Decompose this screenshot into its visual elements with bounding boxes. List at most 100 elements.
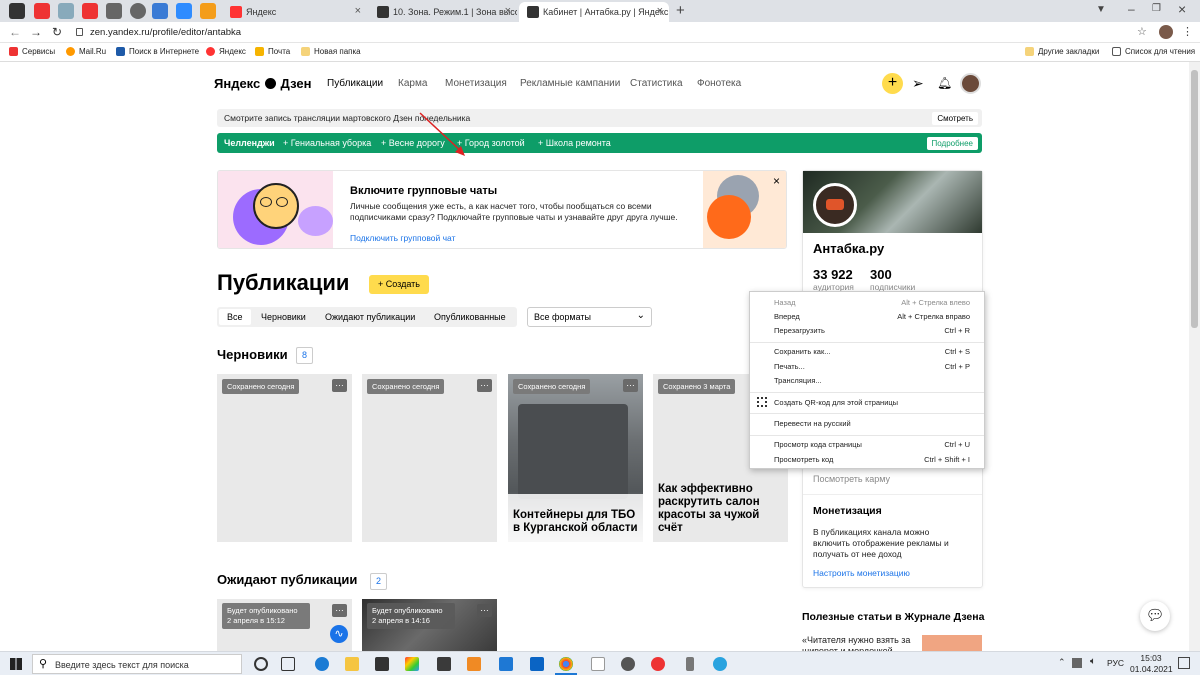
media-icon[interactable]	[467, 657, 481, 671]
draft-card[interactable]: Сохранено сегодня …	[362, 374, 497, 542]
bookmark-folder[interactable]: Новая папка	[301, 47, 361, 56]
bookmark-reading-list[interactable]: Список для чтения	[1112, 47, 1195, 56]
profile-avatar[interactable]	[960, 73, 981, 94]
edge-icon[interactable]	[315, 657, 329, 671]
create-button[interactable]: + Создать	[369, 275, 429, 294]
language-indicator[interactable]: РУС	[1107, 658, 1124, 668]
tab-published[interactable]: Опубликованные	[434, 312, 506, 322]
more-icon[interactable]: …	[332, 379, 347, 392]
wave-icon[interactable]: ∿	[330, 625, 348, 643]
menu-item-view-source[interactable]: Просмотр кода страницы Ctrl + U	[774, 440, 970, 452]
bookmark-mailru[interactable]: Mail.Ru	[66, 47, 106, 56]
menu-item-cast[interactable]: Трансляция...	[774, 376, 970, 388]
pinned-tab-icon[interactable]	[106, 3, 122, 19]
tab-drafts[interactable]: Черновики	[261, 312, 306, 322]
nav-statistics[interactable]: Статистика	[630, 78, 683, 89]
settings-icon[interactable]	[621, 657, 635, 671]
taskbar-search-input[interactable]: ⚲ Введите здесь текст для поиска	[32, 654, 242, 674]
connect-group-chat-link[interactable]: Подключить групповой чат	[350, 233, 455, 243]
watch-button[interactable]: Смотреть	[932, 112, 978, 125]
avatar[interactable]	[1159, 25, 1173, 39]
more-icon[interactable]: …	[623, 379, 638, 392]
draft-card[interactable]: Сохранено сегодня … Контейнеры для ТБО в…	[508, 374, 643, 542]
scrollbar-thumb[interactable]	[1191, 70, 1198, 328]
task-view-icon[interactable]	[281, 657, 295, 671]
tab-yandex[interactable]: Яндекс ×	[222, 2, 367, 22]
chat-tab-icon[interactable]	[176, 3, 192, 19]
setup-monetization-link[interactable]: Настроить монетизацию	[813, 568, 910, 578]
pinned-tab-icon[interactable]	[152, 3, 168, 19]
tab-all[interactable]: Все	[219, 309, 251, 325]
tab-search-icon[interactable]: ▼	[1096, 4, 1106, 15]
telegram-icon[interactable]	[713, 657, 727, 671]
tab-pending[interactable]: Ожидают публикации	[325, 312, 415, 322]
youtube-tab-icon[interactable]	[34, 3, 50, 19]
format-select[interactable]: Все форматы ⌄	[527, 307, 652, 327]
nav-ad-campaigns[interactable]: Рекламные кампании	[520, 78, 620, 89]
apps-tab-icon[interactable]	[58, 3, 74, 19]
chrome-icon[interactable]	[559, 657, 573, 671]
volume-icon[interactable]: 🔈︎	[1090, 656, 1096, 667]
paint-icon[interactable]	[405, 657, 419, 671]
nav-publications[interactable]: Публикации	[327, 78, 383, 89]
cortana-icon[interactable]	[254, 657, 268, 671]
pinned-tab-icon[interactable]	[130, 3, 146, 19]
bookmark-star-icon[interactable]: ☆	[1137, 25, 1147, 38]
tray-chevron-icon[interactable]: ⌃	[1058, 657, 1066, 668]
ok-tab-icon[interactable]	[200, 3, 216, 19]
store-icon[interactable]	[375, 657, 389, 671]
nav-phonoteka[interactable]: Фонотека	[697, 78, 741, 89]
bookmark-services[interactable]: Сервисы	[9, 47, 55, 56]
more-icon[interactable]: …	[477, 604, 492, 617]
tab-cabinet[interactable]: Кабинет | Антабка.ру | Яндекс Д ×	[519, 2, 669, 22]
tab-zona[interactable]: 10. Зона. Режим.1 | Зона высок ×	[369, 2, 517, 22]
challenge-item[interactable]: + Школа ремонта	[538, 138, 611, 148]
more-icon[interactable]: …	[477, 379, 492, 392]
nav-karma[interactable]: Карма	[398, 78, 427, 89]
app-icon[interactable]	[437, 657, 451, 671]
more-icon[interactable]: …	[332, 604, 347, 617]
minimize-icon[interactable]: –	[1128, 2, 1135, 16]
menu-item-reload[interactable]: Перезагрузить Ctrl + R	[774, 326, 970, 338]
new-tab-button[interactable]: +	[676, 2, 685, 19]
chat-icon[interactable]: 💬︎	[1140, 601, 1170, 631]
bookmark-mail[interactable]: Почта	[255, 47, 290, 56]
notifications-icon[interactable]	[1178, 657, 1190, 669]
karma-link[interactable]: Посмотреть карму	[813, 474, 890, 484]
menu-item-back[interactable]: Назад Alt + Стрелка влево	[774, 298, 970, 310]
pending-card[interactable]: Будет опубликовано 2 апреля в 14:16 …	[362, 599, 497, 651]
bookmark-other[interactable]: Другие закладки	[1025, 47, 1099, 56]
close-icon[interactable]: ×	[657, 5, 663, 17]
send-icon[interactable]: ➢	[912, 75, 924, 92]
clock[interactable]: 15:03 01.04.2021	[1130, 653, 1173, 675]
create-plus-button[interactable]: +	[882, 73, 903, 94]
mail-icon[interactable]	[530, 657, 544, 671]
maximize-icon[interactable]: ❐	[1152, 3, 1161, 14]
challenge-item[interactable]: + Гениальная уборка	[283, 138, 371, 148]
menu-item-print[interactable]: Печать... Ctrl + P	[774, 362, 970, 374]
app-icon[interactable]	[651, 657, 665, 671]
menu-item-qr-code[interactable]: Создать QR-код для этой страницы	[774, 398, 970, 410]
network-icon[interactable]	[1072, 658, 1082, 668]
microphone-icon[interactable]	[686, 657, 694, 671]
explorer-icon[interactable]	[345, 657, 359, 671]
close-icon[interactable]: ×	[505, 5, 511, 17]
lock-icon[interactable]	[76, 28, 83, 36]
zen-logo[interactable]: Яндекс Дзен	[214, 76, 311, 91]
pending-card[interactable]: Будет опубликовано 2 апреля в 15:12 … ∿	[217, 599, 352, 651]
youtube-tab-icon[interactable]	[82, 3, 98, 19]
reload-icon[interactable]: ↻	[52, 25, 62, 39]
close-icon[interactable]: ×	[773, 174, 780, 188]
channel-avatar[interactable]	[813, 183, 857, 227]
close-icon[interactable]: ×	[355, 5, 361, 17]
bell-icon[interactable]: 🔔︎	[937, 76, 952, 90]
menu-icon[interactable]: ⋮	[1182, 25, 1193, 38]
notepad-icon[interactable]	[591, 657, 605, 671]
pinned-tab-icon[interactable]	[9, 3, 25, 19]
draft-card[interactable]: Сохранено сегодня …	[217, 374, 352, 542]
back-icon[interactable]: ←	[9, 25, 21, 39]
video-icon[interactable]	[499, 657, 513, 671]
page-scrollbar[interactable]	[1189, 62, 1200, 651]
close-window-icon[interactable]: ×	[1178, 1, 1186, 17]
windows-start-icon[interactable]	[10, 658, 22, 670]
